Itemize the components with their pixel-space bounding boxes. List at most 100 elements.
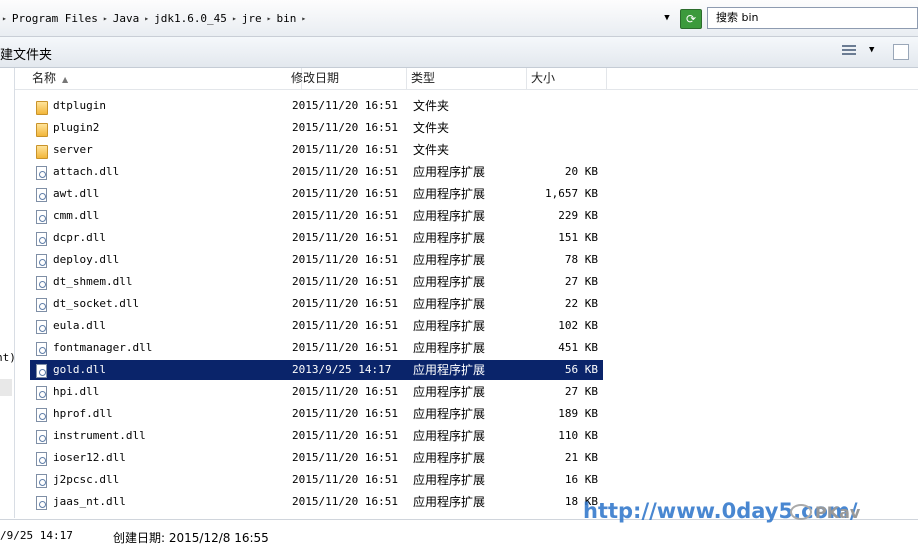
file-row[interactable]: awt.dll 2015/11/20 16:51 应用程序扩展 1,657 KB xyxy=(30,184,603,204)
file-type: 应用程序扩展 xyxy=(413,297,486,311)
file-type: 应用程序扩展 xyxy=(413,209,486,223)
file-row[interactable]: dcpr.dll 2015/11/20 16:51 应用程序扩展 151 KB xyxy=(30,228,603,248)
search-input[interactable]: 搜索 bin xyxy=(707,7,918,29)
navigation-pane[interactable]: nt) xyxy=(0,68,15,518)
breadcrumb-chevron-icon[interactable]: ▸ xyxy=(101,14,110,23)
file-size: 78 KB xyxy=(564,253,598,266)
new-folder-button[interactable]: 建文件夹 xyxy=(0,44,52,63)
file-type: 文件夹 xyxy=(413,121,450,135)
file-type: 文件夹 xyxy=(413,99,450,113)
file-size: 229 KB xyxy=(558,209,598,222)
file-row[interactable]: fontmanager.dll 2015/11/20 16:51 应用程序扩展 451… xyxy=(30,338,603,358)
file-name: j2pcsc.dll xyxy=(53,473,120,486)
file-row[interactable]: hpi.dll 2015/11/20 16:51 应用程序扩展 27 KB xyxy=(30,382,603,402)
file-type: 应用程序扩展 xyxy=(413,319,486,333)
file-modified-date: 2015/11/20 16:51 xyxy=(292,143,398,156)
file-modified-date: 2015/11/20 16:51 xyxy=(292,165,398,178)
file-row[interactable]: cmm.dll 2015/11/20 16:51 应用程序扩展 229 KB xyxy=(30,206,603,226)
file-type: 应用程序扩展 xyxy=(413,429,486,443)
file-name: plugin2 xyxy=(53,121,100,134)
file-size: 27 KB xyxy=(564,385,598,398)
command-bar: 建文件夹 ▼ xyxy=(0,37,918,68)
watermark-brand: PKav xyxy=(815,503,861,522)
file-type: 应用程序扩展 xyxy=(413,385,486,399)
file-size: 1,657 KB xyxy=(545,187,598,200)
file-type: 应用程序扩展 xyxy=(413,495,486,509)
file-size: 110 KB xyxy=(558,429,598,442)
file-modified-date: 2013/9/25 14:17 xyxy=(292,363,392,376)
file-row[interactable]: attach.dll 2015/11/20 16:51 应用程序扩展 20 KB xyxy=(30,162,603,182)
breadcrumb-chevron-icon[interactable]: ▸ xyxy=(230,14,239,23)
folder-icon xyxy=(32,120,48,137)
breadcrumb-chevron-icon[interactable]: ▸ xyxy=(0,14,9,23)
dll-file-icon xyxy=(32,274,48,290)
column-header-type[interactable]: 类型 xyxy=(407,68,527,89)
breadcrumb-chevron-icon[interactable]: ▸ xyxy=(265,14,274,23)
nav-scrollbar[interactable] xyxy=(0,379,12,396)
file-row[interactable]: instrument.dll 2015/11/20 16:51 应用程序扩展 110 … xyxy=(30,426,603,446)
breadcrumb-item[interactable]: Program Files xyxy=(9,12,101,25)
dll-file-icon xyxy=(32,296,48,312)
file-row[interactable]: ioser12.dll 2015/11/20 16:51 应用程序扩展 21 KB xyxy=(30,448,603,468)
file-row[interactable]: dt_socket.dll 2015/11/20 16:51 应用程序扩展 22 KB xyxy=(30,294,603,314)
dll-file-icon xyxy=(32,164,48,180)
file-modified-date: 2015/11/20 16:51 xyxy=(292,121,398,134)
breadcrumb-item[interactable]: jre xyxy=(239,12,265,25)
details-pane: /9/25 14:17 创建日期: 2015/12/8 16:55 xyxy=(0,519,918,552)
breadcrumb-chevron-icon[interactable]: ▸ xyxy=(142,14,151,23)
column-headers: 名称 ▲ 修改日期 类型 大小 xyxy=(15,68,918,90)
file-row[interactable]: plugin2 2015/11/20 16:51 文件夹 xyxy=(30,118,603,138)
file-row[interactable]: server 2015/11/20 16:51 文件夹 xyxy=(30,140,603,160)
file-name: deploy.dll xyxy=(53,253,120,266)
file-type: 应用程序扩展 xyxy=(413,341,486,355)
refresh-icon[interactable]: ⟳ xyxy=(680,9,702,29)
file-modified-date: 2015/11/20 16:51 xyxy=(292,451,398,464)
file-size: 151 KB xyxy=(558,231,598,244)
breadcrumb-chevron-icon[interactable]: ▸ xyxy=(299,14,308,23)
file-name: hpi.dll xyxy=(53,385,100,398)
file-type: 应用程序扩展 xyxy=(413,275,486,289)
column-header-size[interactable]: 大小 xyxy=(527,68,607,89)
file-size: 16 KB xyxy=(564,473,598,486)
file-size: 27 KB xyxy=(564,275,598,288)
file-name: jaas_nt.dll xyxy=(53,495,126,508)
file-size: 20 KB xyxy=(564,165,598,178)
file-name: server xyxy=(53,143,93,156)
file-row[interactable]: jaas_nt.dll 2015/11/20 16:51 应用程序扩展 18 KB xyxy=(30,492,603,512)
breadcrumb-item[interactable]: jdk1.6.0_45 xyxy=(151,12,230,25)
column-header-modified[interactable]: 修改日期 xyxy=(287,68,407,89)
file-modified-date: 2015/11/20 16:51 xyxy=(292,99,398,112)
dll-file-icon xyxy=(32,318,48,334)
view-options-icon[interactable] xyxy=(842,45,856,57)
file-modified-date: 2015/11/20 16:51 xyxy=(292,231,398,244)
file-name: ioser12.dll xyxy=(53,451,126,464)
file-name: dt_socket.dll xyxy=(53,297,140,310)
file-type: 应用程序扩展 xyxy=(413,187,486,201)
file-row[interactable]: deploy.dll 2015/11/20 16:51 应用程序扩展 78 KB xyxy=(30,250,603,270)
column-header-name[interactable]: 名称 ▲ xyxy=(28,68,302,89)
file-type: 文件夹 xyxy=(413,143,450,157)
file-name: fontmanager.dll xyxy=(53,341,153,354)
file-modified-date: 2015/11/20 16:51 xyxy=(292,407,398,420)
file-modified-date: 2015/11/20 16:51 xyxy=(292,187,398,200)
view-dropdown-icon[interactable]: ▼ xyxy=(869,45,874,55)
file-row[interactable]: gold.dll 2013/9/25 14:17 应用程序扩展 56 KB xyxy=(30,360,603,380)
file-type: 应用程序扩展 xyxy=(413,407,486,421)
breadcrumb-item[interactable]: bin xyxy=(273,12,299,25)
dll-file-icon xyxy=(32,494,48,510)
file-modified-date: 2015/11/20 16:51 xyxy=(292,297,398,310)
address-history-dropdown[interactable]: ▼ xyxy=(660,10,674,26)
breadcrumb-item[interactable]: Java xyxy=(110,12,143,25)
file-row[interactable]: eula.dll 2015/11/20 16:51 应用程序扩展 102 KB xyxy=(30,316,603,336)
file-name: dt_shmem.dll xyxy=(53,275,133,288)
file-row[interactable]: hprof.dll 2015/11/20 16:51 应用程序扩展 189 KB xyxy=(30,404,603,424)
file-name: attach.dll xyxy=(53,165,120,178)
dll-file-icon xyxy=(32,450,48,466)
file-name: dtplugin xyxy=(53,99,106,112)
preview-pane-icon[interactable] xyxy=(893,44,909,60)
file-name: gold.dll xyxy=(53,363,106,376)
file-row[interactable]: j2pcsc.dll 2015/11/20 16:51 应用程序扩展 16 KB xyxy=(30,470,603,490)
file-row[interactable]: dtplugin 2015/11/20 16:51 文件夹 xyxy=(30,96,603,116)
file-size: 22 KB xyxy=(564,297,598,310)
file-row[interactable]: dt_shmem.dll 2015/11/20 16:51 应用程序扩展 27 KB xyxy=(30,272,603,292)
